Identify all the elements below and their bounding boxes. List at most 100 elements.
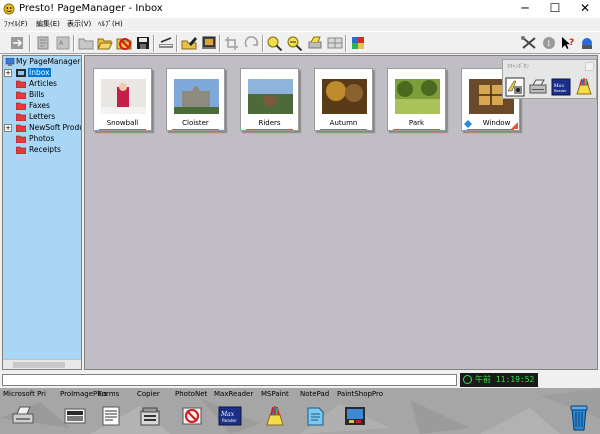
toolbar-separator	[262, 35, 264, 52]
stack-icon[interactable]	[349, 35, 367, 51]
scan-to-maxreader-icon[interactable]: MaxReader	[551, 77, 571, 97]
tree-item-label: Bills	[29, 90, 45, 99]
menu-view[interactable]: 表示(V)	[67, 19, 91, 29]
folder-icon	[16, 124, 26, 132]
thumbnail-underline	[246, 129, 293, 130]
scanner-icon[interactable]	[578, 35, 596, 51]
toolbar-separator	[153, 35, 155, 52]
printer-icon[interactable]	[11, 405, 35, 427]
thumbnail-underline	[467, 129, 514, 130]
thumbnail-card[interactable]: Snowball	[93, 68, 152, 131]
no-entry-icon[interactable]	[115, 35, 133, 51]
tree-item-label: Letters	[29, 112, 56, 121]
ocr-icon[interactable]: A	[54, 35, 72, 51]
open-folder-icon[interactable]	[96, 35, 114, 51]
launcher-label: Copier	[137, 390, 160, 398]
application-launcher-bar: Microsoft Pri ProImagePlus Forms Copier …	[0, 388, 600, 434]
svg-text:Reader: Reader	[222, 418, 237, 423]
notepad-icon[interactable]	[303, 405, 327, 427]
thumbnail-card[interactable]: Cloister	[166, 68, 225, 131]
print-icon[interactable]	[306, 35, 324, 51]
svg-text:Reader: Reader	[554, 89, 567, 93]
menu-help[interactable]: ﾍﾙﾌﾟ(H)	[98, 19, 123, 29]
presto-pagemanager-window: Presto! PageManager - Inbox ─ ☐ ✕ ﾌｧｲﾙ(F…	[0, 0, 600, 434]
palette-close-button[interactable]	[585, 62, 594, 71]
computer-icon	[5, 58, 15, 66]
scan-icon[interactable]	[157, 35, 175, 51]
tree-item-label: Faxes	[29, 101, 50, 110]
menu-bar: ﾌｧｲﾙ(F) 編集(E) 表示(V) ﾍﾙﾌﾟ(H)	[0, 18, 600, 31]
scan-to-printer-icon[interactable]	[528, 77, 548, 97]
toolbar-separator	[29, 35, 31, 52]
save-icon[interactable]	[134, 35, 152, 51]
thumbnail-card[interactable]: Autumn	[314, 68, 373, 131]
photo-thumbnail	[395, 79, 440, 114]
scrollbar-thumb[interactable]	[13, 362, 65, 368]
expand-icon[interactable]: +	[4, 124, 12, 132]
copier-icon[interactable]	[138, 405, 162, 427]
tree-item-label: NewSoft Products	[29, 123, 81, 132]
toolbar-separator	[73, 35, 75, 52]
thumbnail-label: Snowball	[106, 119, 139, 127]
page-icon[interactable]	[34, 35, 52, 51]
tools-icon[interactable]	[520, 35, 538, 51]
photo-thumbnail	[101, 79, 146, 114]
toolbar: A i ?	[0, 31, 600, 54]
thumbnail-card[interactable]: Park	[387, 68, 446, 131]
maxreader-icon[interactable]: MaxReader	[218, 405, 242, 427]
thumbnail-label: Cloister	[182, 119, 209, 127]
thumbnail-card[interactable]: Riders	[240, 68, 299, 131]
close-button[interactable]: ✕	[570, 0, 600, 18]
paintshop-icon[interactable]	[343, 405, 367, 427]
window-title: Presto! PageManager - Inbox	[19, 3, 163, 14]
thumbnail-underline	[172, 129, 219, 130]
folder-icon[interactable]	[77, 35, 95, 51]
tree-item-label: Photos	[29, 134, 55, 143]
folder-tree: My PageManager + Inbox Articles Bills Fa…	[2, 55, 82, 370]
folder-icon	[16, 80, 26, 88]
link-badge-icon	[464, 120, 472, 128]
scan-to-paint-icon[interactable]	[574, 77, 594, 97]
toolbar-separator	[345, 35, 347, 52]
title-bar[interactable]: Presto! PageManager - Inbox ─ ☐ ✕	[0, 0, 600, 18]
folder-icon	[16, 91, 26, 99]
help-icon[interactable]: ?	[559, 35, 577, 51]
image-app-icon[interactable]	[63, 405, 87, 427]
expand-icon[interactable]: +	[4, 69, 12, 77]
crop-icon[interactable]	[223, 35, 241, 51]
send-icon[interactable]	[8, 35, 26, 51]
maximize-button[interactable]: ☐	[540, 0, 570, 18]
tree-item-label: Inbox	[28, 68, 51, 77]
thumbnail-label: Autumn	[329, 119, 358, 127]
grid-icon[interactable]	[326, 35, 344, 51]
scan-to-camera-icon[interactable]	[505, 77, 525, 97]
forms-icon[interactable]	[99, 405, 123, 427]
trash-icon[interactable]	[570, 403, 588, 431]
svg-text:i: i	[548, 39, 551, 48]
folder-icon	[16, 113, 26, 121]
launcher-label: MaxReader	[214, 390, 254, 398]
info-icon[interactable]: i	[540, 35, 558, 51]
minimize-button[interactable]: ─	[510, 0, 540, 18]
clock-icon	[463, 375, 472, 384]
thumbnail-underline	[393, 129, 440, 130]
tree-horizontal-scrollbar[interactable]	[3, 359, 81, 369]
tree-item-label: Articles	[29, 79, 57, 88]
launcher-label: PaintShopPro	[337, 390, 384, 398]
picture-icon[interactable]	[200, 35, 218, 51]
thumbnail-underline	[320, 129, 367, 130]
paint-icon[interactable]	[263, 405, 287, 427]
thumbnail-underline	[99, 129, 146, 130]
launcher-label: Microsoft Pri	[3, 390, 47, 398]
folder-icon	[16, 102, 26, 110]
zoom-in-icon[interactable]	[266, 35, 284, 51]
rotate-icon[interactable]	[243, 35, 261, 51]
zoom-out-icon[interactable]	[286, 35, 304, 51]
menu-file[interactable]: ﾌｧｲﾙ(F)	[4, 19, 28, 29]
edit-icon[interactable]	[180, 35, 198, 51]
inbox-content-area[interactable]: Snowball Cloister Riders Autumn Park Win…	[84, 55, 598, 370]
scan-button-palette: ｽｷｬﾝﾎﾞﾀﾝ Max Reader	[502, 59, 597, 99]
menu-edit[interactable]: 編集(E)	[36, 19, 60, 29]
photonet-icon[interactable]	[180, 405, 204, 427]
toolbar-separator	[219, 35, 221, 52]
